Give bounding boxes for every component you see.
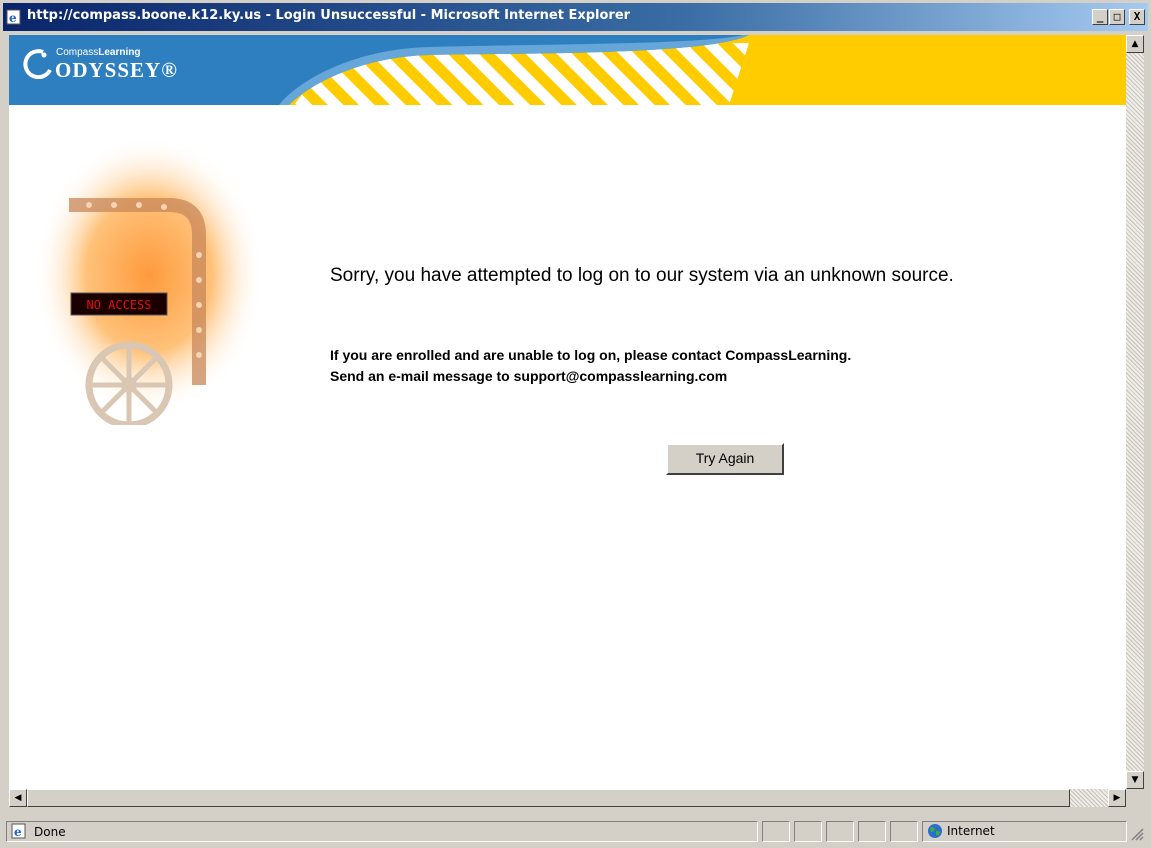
product-name: ODYSSEY® xyxy=(55,58,178,82)
scroll-left-icon[interactable]: ◀ xyxy=(9,789,27,807)
status-cell xyxy=(826,821,854,842)
status-cell xyxy=(762,821,790,842)
support-email-text: Send an e-mail message to support@compas… xyxy=(330,368,728,384)
header-banner: CompassLearning ODYSSEY® xyxy=(9,35,1126,105)
minimize-button[interactable]: _ xyxy=(1092,9,1108,25)
try-again-button[interactable]: Try Again xyxy=(666,443,784,475)
svg-text:e: e xyxy=(9,11,17,25)
status-text: Done xyxy=(34,825,66,839)
browser-window: e http://compass.boone.k12.ky.us - Login… xyxy=(0,0,1151,848)
error-heading: Sorry, you have attempted to log on to o… xyxy=(330,265,954,286)
scroll-down-icon[interactable]: ▼ xyxy=(1126,771,1144,789)
horizontal-scrollbar[interactable]: ◀ ▶ xyxy=(9,789,1126,807)
maximize-button[interactable]: □ xyxy=(1109,9,1125,25)
window-title: http://compass.boone.k12.ky.us - Login U… xyxy=(27,8,631,23)
horizontal-scroll-thumb[interactable] xyxy=(27,789,1070,807)
no-access-sign-text: NO ACCESS xyxy=(86,298,151,312)
zone-text: Internet xyxy=(947,824,995,838)
ie-page-icon: e xyxy=(11,823,26,839)
status-panel: e Done xyxy=(6,821,758,842)
scroll-right-icon[interactable]: ▶ xyxy=(1108,789,1126,807)
resize-grip-icon[interactable] xyxy=(1130,827,1144,841)
status-bar: e Done Internet xyxy=(3,819,1148,845)
scrollbar-corner xyxy=(1126,789,1144,807)
status-cell xyxy=(858,821,886,842)
compass-logo-icon xyxy=(23,49,52,79)
page-content: CompassLearning ODYSSEY® NO ACCESS Sorry… xyxy=(9,35,1126,789)
contact-instruction: If you are enrolled and are unable to lo… xyxy=(330,347,852,363)
brand-name: CompassLearning xyxy=(56,47,141,58)
globe-icon xyxy=(928,824,942,838)
svg-text:e: e xyxy=(14,825,22,839)
ie-page-icon: e xyxy=(6,9,21,25)
status-cell xyxy=(890,821,918,842)
status-cell xyxy=(794,821,822,842)
no-access-illustration: NO ACCESS xyxy=(34,135,264,425)
close-button[interactable]: X xyxy=(1129,9,1145,25)
security-zone: Internet xyxy=(922,821,1127,842)
title-bar[interactable]: e http://compass.boone.k12.ky.us - Login… xyxy=(3,3,1148,31)
scroll-up-icon[interactable]: ▲ xyxy=(1126,35,1144,53)
vertical-scrollbar[interactable]: ▲ ▼ xyxy=(1126,35,1144,789)
